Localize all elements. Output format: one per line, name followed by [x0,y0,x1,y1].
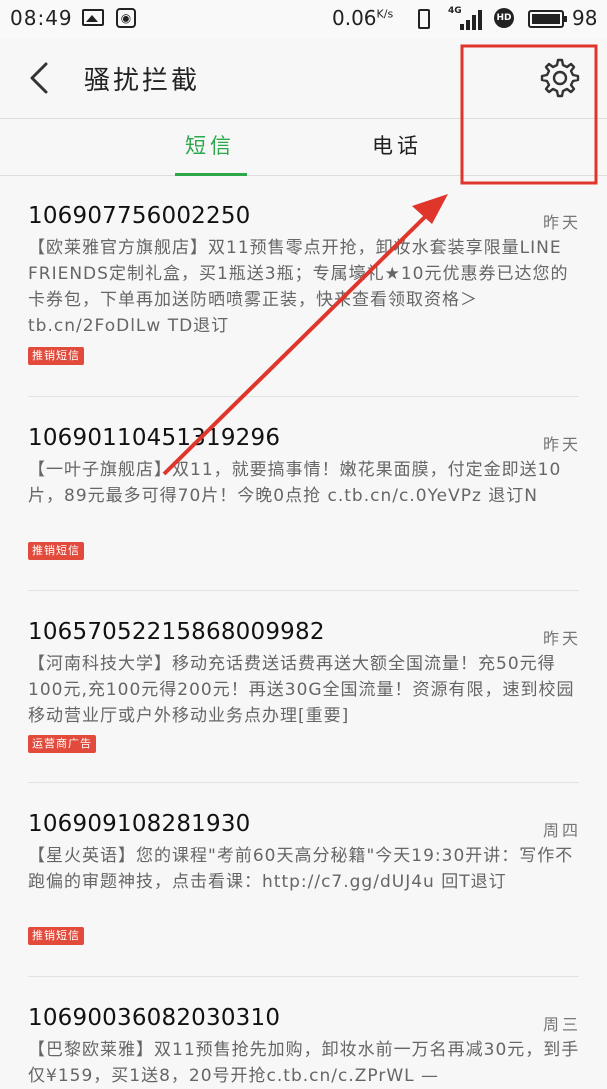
message-date: 昨天 [542,435,581,454]
message-date: 昨天 [542,213,581,232]
message-date: 周三 [542,1015,581,1034]
sender-number: 106907756002250 [28,203,251,229]
message-body: 【欧莱雅官方旗舰店】双11预售零点开抢，卸妆水套装享限量LINE FRIENDS… [28,238,569,336]
list-item[interactable]: 10690036082030310 周三 【巴黎欧莱雅】双11预售抢先加购，卸妆… [0,977,607,1087]
signal-icon: 4G [448,6,482,30]
message-date: 周四 [542,821,581,840]
list-item[interactable]: 106909108281930 周四 【星火英语】您的课程"考前60天高分秘籍"… [0,783,607,977]
sender-number: 10690036082030310 [28,1005,281,1031]
category-badge: 推销短信 [28,347,84,365]
network-speed-unit: K/s [376,7,394,21]
battery-icon [528,10,567,28]
tab-phone[interactable]: 电话 [337,119,457,175]
message-body: 【巴黎欧莱雅】双11预售抢先加购，卸妆水前一万名再减30元，到手仅¥159，买1… [28,1040,580,1086]
sender-number: 10657052215868009982 [28,619,325,645]
network-speed: 0.06K/s [332,6,393,30]
category-badge: 运营商广告 [28,735,96,753]
list-item[interactable]: 106907756002250 昨天 【欧莱雅官方旗舰店】双11预售零点开抢，卸… [0,175,607,397]
back-button[interactable] [22,58,62,98]
back-arrow-icon [30,62,48,94]
page-title: 骚扰拦截 [84,66,201,96]
message-body: 【河南科技大学】移动充话费送话费再送大额全国流量！充50元得100元,充100元… [28,654,575,726]
sender-number: 10690110451319296 [28,425,281,451]
list-item[interactable]: 10657052215868009982 昨天 【河南科技大学】移动充话费送话费… [0,591,607,783]
header-bar: 骚扰拦截 [0,38,607,118]
category-badge: 推销短信 [28,927,84,945]
network-type: 4G [448,6,462,16]
settings-button[interactable] [538,56,582,100]
network-speed-value: 0.06 [332,6,377,30]
category-badge: 推销短信 [28,542,84,560]
gear-icon [540,58,580,98]
hd-icon: HD [494,8,514,28]
status-time: 08:49 [10,6,73,30]
message-date: 昨天 [542,629,581,648]
tab-bar: 短信 电话 [0,118,607,176]
battery-percent: 98 [572,6,598,30]
status-bar: 08:49 ◉ 0.06K/s 4G HD 98 [0,0,607,38]
sender-number: 106909108281930 [28,811,251,837]
list-item[interactable]: 10690110451319296 昨天 【一叶子旗舰店】双11，就要搞事情！嫩… [0,397,607,591]
image-notification-icon [82,9,104,26]
vibrate-icon [418,9,430,29]
message-body: 【星火英语】您的课程"考前60天高分秘籍"今天19:30开讲：写作不跑偏的审题神… [28,846,574,892]
tab-sms[interactable]: 短信 [150,119,270,175]
qq-notification-icon: ◉ [116,8,136,28]
message-body: 【一叶子旗舰店】双11，就要搞事情！嫩花果面膜，付定金即送10片，89元最多可得… [28,460,562,506]
